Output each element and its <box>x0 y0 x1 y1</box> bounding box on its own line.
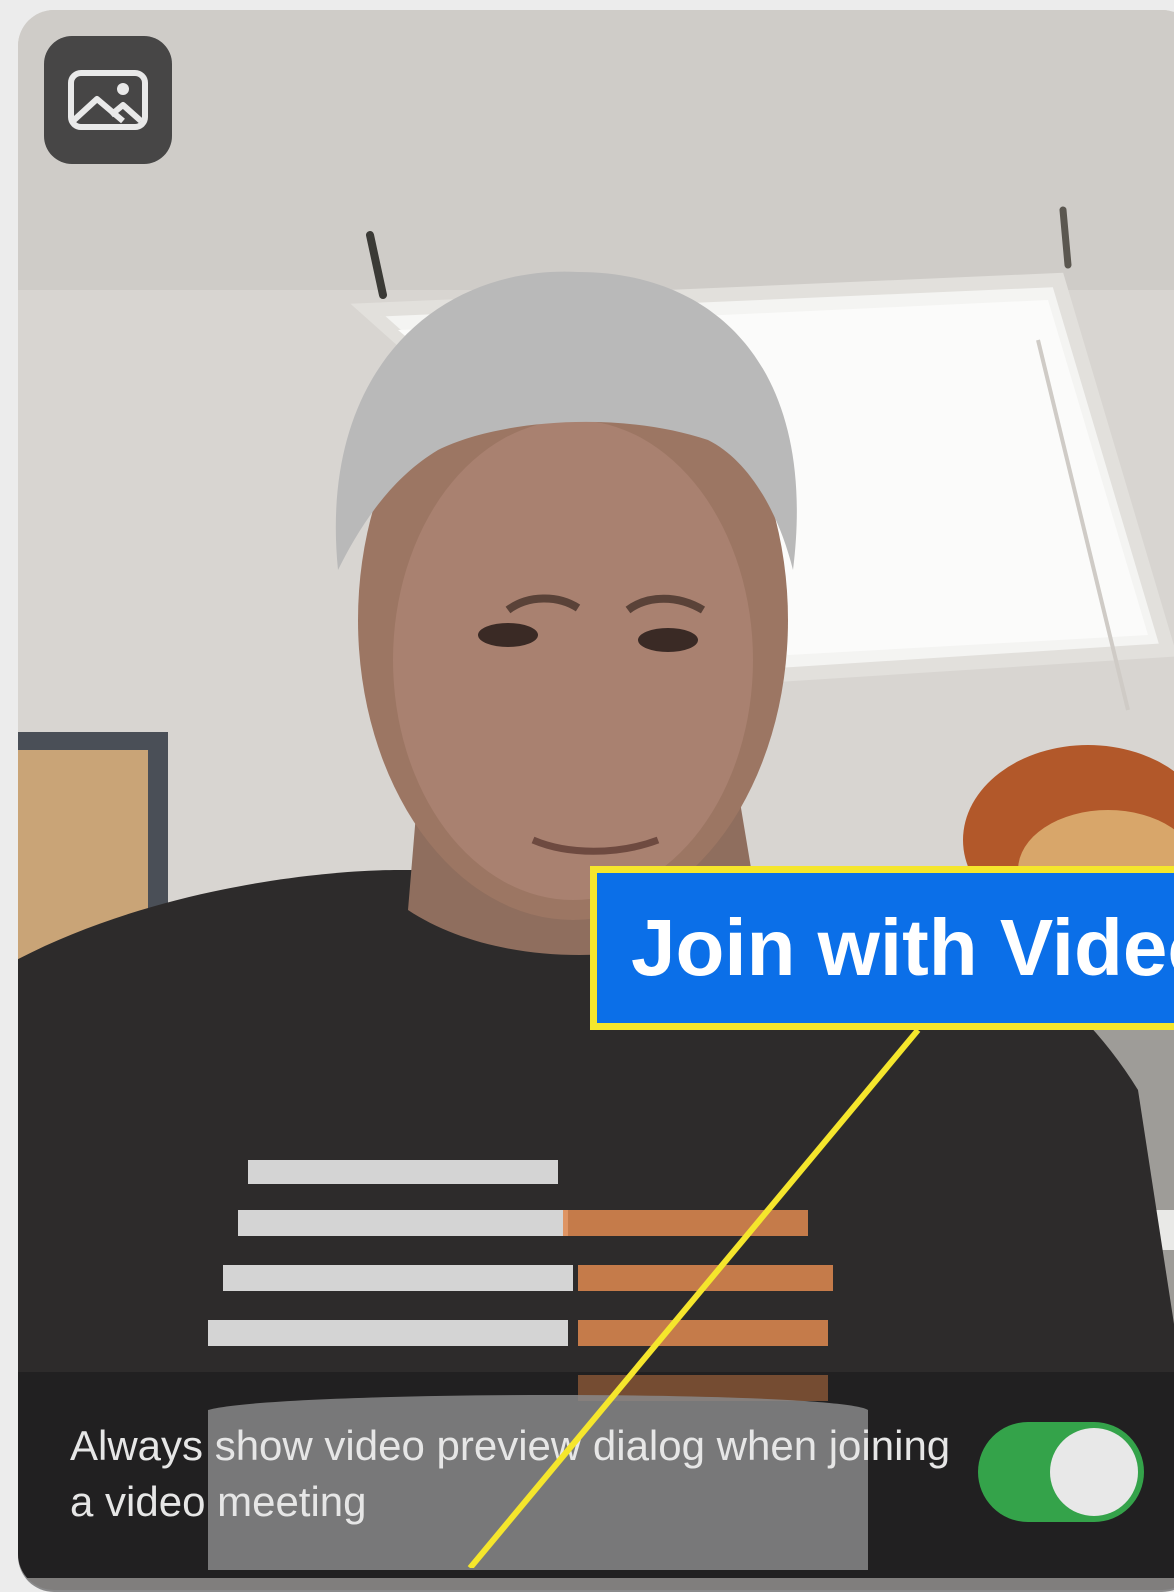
change-background-button[interactable] <box>44 36 172 164</box>
always-show-preview-toggle[interactable] <box>978 1422 1144 1522</box>
image-icon <box>68 70 148 130</box>
camera-preview-feed <box>18 10 1174 1578</box>
always-show-preview-label: Always show video preview dialog when jo… <box>70 1422 951 1525</box>
join-with-video-button[interactable]: Join with Video <box>590 866 1174 1030</box>
toggle-knob <box>1050 1428 1138 1516</box>
video-preview-dialog <box>18 10 1174 1590</box>
